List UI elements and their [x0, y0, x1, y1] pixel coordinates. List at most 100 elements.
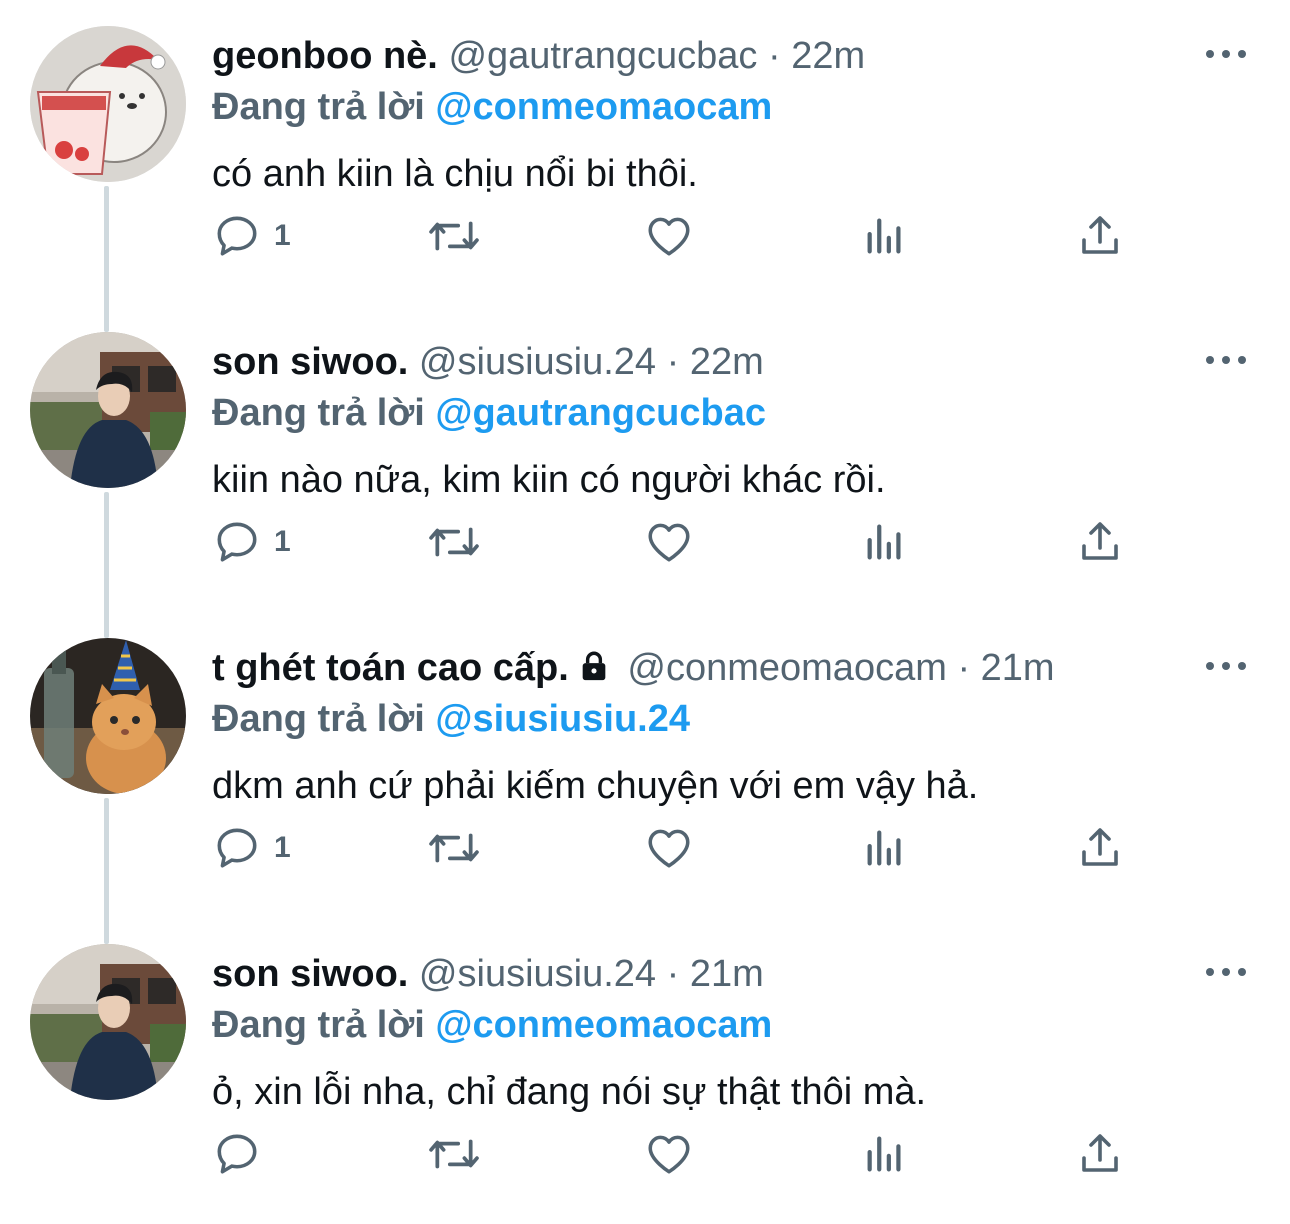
retweet-icon	[429, 527, 479, 557]
separator-dot: ·	[768, 35, 781, 77]
timestamp[interactable]: 21m	[981, 647, 1055, 689]
reply-button[interactable]: 1	[212, 818, 291, 878]
more-options-button[interactable]	[1206, 960, 1246, 984]
heart-icon	[648, 523, 690, 562]
more-options-button[interactable]	[1206, 348, 1246, 372]
tweet-2[interactable]: son siwoo. @siusiusiu.24 · 22m Đang trả …	[0, 306, 1290, 612]
reply-button[interactable]: 1	[212, 512, 291, 572]
reply-icon	[217, 1134, 257, 1174]
analytics-icon	[867, 524, 901, 560]
tweet-text: có anh kiin là chịu nổi bi thôi.	[212, 153, 698, 195]
user-handle[interactable]: @gautrangcucbac	[448, 35, 757, 77]
tweet-3[interactable]: t ghét toán cao cấp. @conmeomaocam · 21m…	[0, 612, 1290, 918]
reply-mention-link[interactable]: @conmeomaocam	[435, 1004, 772, 1046]
tweet-1[interactable]: geonboo nè. @gautrangcucbac · 22m Đang t…	[0, 0, 1290, 306]
like-button[interactable]	[644, 206, 694, 266]
like-button[interactable]	[644, 818, 694, 878]
person-avatar-icon	[30, 944, 186, 1100]
analytics-icon	[867, 830, 901, 866]
replying-to: Đang trả lời @conmeomaocam	[212, 82, 772, 132]
more-options-button[interactable]	[1206, 654, 1246, 678]
separator-dot: ·	[666, 341, 680, 383]
lock-icon	[582, 651, 606, 681]
avatar-siusiusiu[interactable]	[30, 944, 186, 1100]
heart-icon	[648, 1135, 690, 1174]
display-name[interactable]: t ghét toán cao cấp.	[212, 647, 569, 689]
retweet-button[interactable]	[426, 512, 482, 572]
tweet-header: son siwoo. @siusiusiu.24 · 21m	[212, 948, 764, 1000]
retweet-button[interactable]	[426, 206, 482, 266]
display-name[interactable]: son siwoo.	[212, 341, 408, 383]
tweet-actions	[212, 1124, 1212, 1184]
tweet-text: dkm anh cứ phải kiếm chuyện với em vậy h…	[212, 765, 979, 807]
tweet-text: ỏ, xin lỗi nha, chỉ đang nói sự thật thô…	[212, 1071, 927, 1113]
avatar-conmeomaocam[interactable]	[30, 638, 186, 794]
user-handle[interactable]: @siusiusiu.24	[419, 341, 656, 383]
separator-dot: ·	[957, 647, 971, 689]
retweet-icon	[429, 1139, 479, 1169]
avatar-geonboo[interactable]	[30, 26, 186, 182]
separator-dot: ·	[666, 953, 680, 995]
reply-count: 1	[274, 219, 291, 252]
tweet-header: t ghét toán cao cấp. @conmeomaocam · 21m	[212, 642, 1055, 694]
retweet-button[interactable]	[426, 1124, 482, 1184]
reply-mention-link[interactable]: @siusiusiu.24	[435, 698, 690, 740]
reply-count: 1	[274, 525, 291, 558]
reply-button[interactable]: 1	[212, 206, 291, 266]
tweet-header: geonboo nè. @gautrangcucbac · 22m	[212, 30, 865, 82]
reply-icon	[217, 522, 257, 562]
analytics-icon	[867, 218, 901, 254]
analytics-button[interactable]	[862, 206, 908, 266]
replying-to-label: Đang trả lời	[212, 392, 425, 434]
display-name[interactable]: son siwoo.	[212, 953, 408, 995]
timestamp[interactable]: 22m	[791, 35, 865, 77]
replying-to: Đang trả lời @gautrangcucbac	[212, 388, 766, 438]
user-handle[interactable]: @conmeomaocam	[627, 647, 946, 689]
heart-icon	[648, 217, 690, 256]
heart-icon	[648, 829, 690, 868]
like-button[interactable]	[644, 512, 694, 572]
timestamp[interactable]: 21m	[690, 953, 764, 995]
person-avatar-icon	[30, 332, 186, 488]
reply-button[interactable]	[212, 1124, 274, 1184]
display-name[interactable]: geonboo nè.	[212, 35, 438, 77]
reply-mention-link[interactable]: @gautrangcucbac	[435, 392, 766, 434]
share-icon	[1082, 1134, 1118, 1172]
analytics-button[interactable]	[862, 512, 908, 572]
more-options-button[interactable]	[1206, 42, 1246, 66]
replying-to: Đang trả lời @siusiusiu.24	[212, 694, 690, 744]
analytics-button[interactable]	[862, 818, 908, 878]
cat-party-hat-avatar-icon	[30, 638, 186, 794]
avatar-siusiusiu[interactable]	[30, 332, 186, 488]
tweet-actions: 1	[212, 206, 1212, 266]
share-icon	[1082, 522, 1118, 560]
share-button[interactable]	[1076, 512, 1124, 572]
retweet-icon	[429, 833, 479, 863]
analytics-button[interactable]	[862, 1124, 908, 1184]
share-icon	[1082, 828, 1118, 866]
share-button[interactable]	[1076, 206, 1124, 266]
retweet-icon	[429, 221, 479, 251]
tweet-text: kiin nào nữa, kim kiin có người khác rồi…	[212, 459, 886, 501]
analytics-icon	[867, 1136, 901, 1172]
tweet-header: son siwoo. @siusiusiu.24 · 22m	[212, 336, 764, 388]
share-icon	[1082, 216, 1118, 254]
reply-icon	[217, 216, 257, 256]
replying-to-label: Đang trả lời	[212, 698, 425, 740]
like-button[interactable]	[644, 1124, 694, 1184]
replying-to: Đang trả lời @conmeomaocam	[212, 1000, 772, 1050]
tweet-actions: 1	[212, 512, 1212, 572]
tweet-4[interactable]: son siwoo. @siusiusiu.24 · 21m Đang trả …	[0, 918, 1290, 1224]
tweet-actions: 1	[212, 818, 1212, 878]
replying-to-label: Đang trả lời	[212, 86, 425, 128]
retweet-button[interactable]	[426, 818, 482, 878]
share-button[interactable]	[1076, 818, 1124, 878]
replying-to-label: Đang trả lời	[212, 1004, 425, 1046]
timestamp[interactable]: 22m	[690, 341, 764, 383]
reply-icon	[217, 828, 257, 868]
reply-count: 1	[274, 831, 291, 864]
share-button[interactable]	[1076, 1124, 1124, 1184]
user-handle[interactable]: @siusiusiu.24	[419, 953, 656, 995]
bear-avatar-icon	[30, 26, 186, 182]
reply-mention-link[interactable]: @conmeomaocam	[435, 86, 772, 128]
